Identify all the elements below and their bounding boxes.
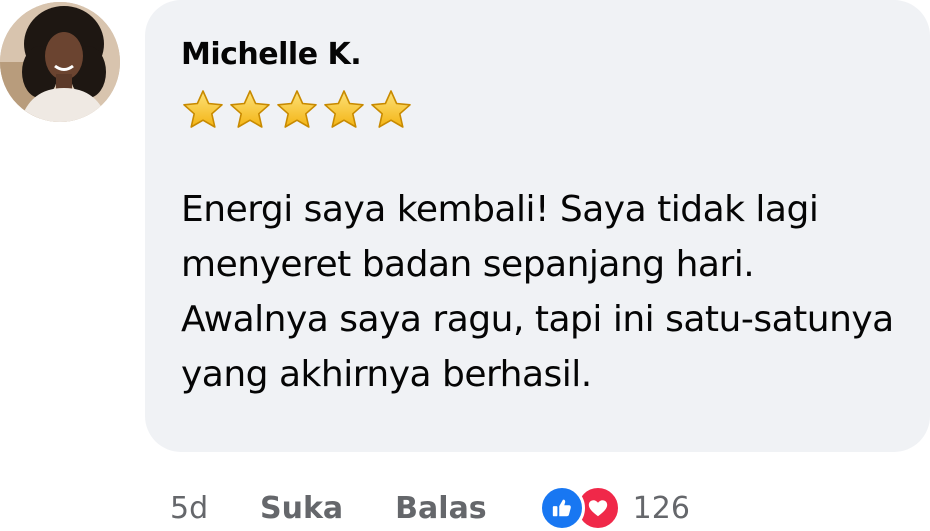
comment-actions: 5d Suka Balas 126 [170, 485, 690, 531]
star-icon [277, 90, 317, 128]
comment-text: Energi saya kembali! Saya tidak lagi men… [181, 189, 894, 395]
reply-button[interactable]: Balas [395, 491, 487, 526]
comment-bubble: Michelle K. Energi saya kembali! Saya ti… [145, 0, 930, 452]
avatar-image [0, 2, 120, 122]
like-icon [538, 485, 585, 531]
reaction-count: 126 [632, 490, 690, 526]
star-rating [181, 88, 894, 132]
comment-timestamp[interactable]: 5d [170, 491, 260, 526]
comment: Michelle K. Energi saya kembali! Saya ti… [0, 0, 930, 531]
thumbs-up-icon [552, 499, 571, 517]
star-icon [371, 90, 411, 128]
star-icon [183, 90, 223, 128]
star-icon [324, 90, 364, 128]
comment-author[interactable]: Michelle K. [181, 34, 894, 76]
star-icon [230, 90, 270, 128]
avatar[interactable] [0, 2, 120, 122]
like-button[interactable]: Suka [260, 491, 343, 526]
heart-icon [588, 500, 607, 517]
reaction-summary[interactable]: 126 [538, 485, 690, 531]
